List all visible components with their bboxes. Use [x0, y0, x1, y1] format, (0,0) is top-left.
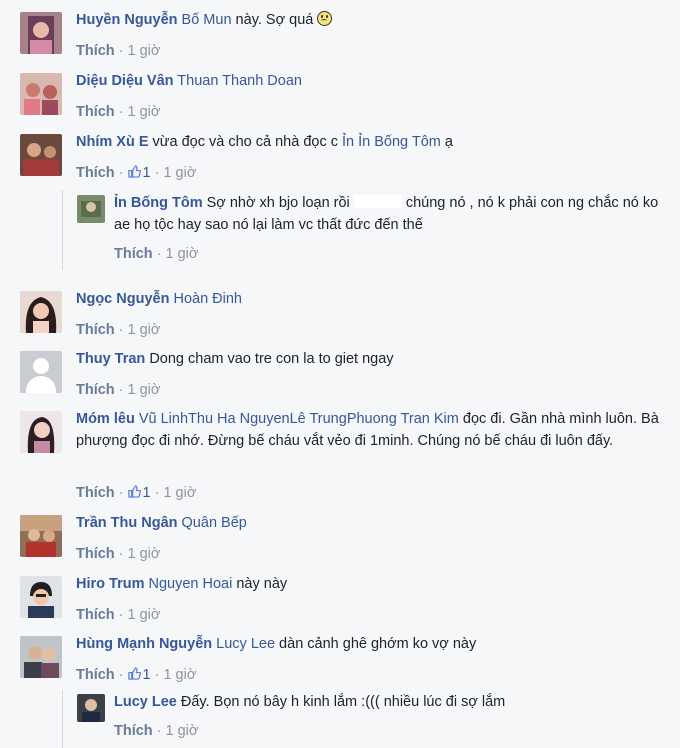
comment-text: này. Sợ quá	[231, 12, 314, 28]
avatar[interactable]	[20, 291, 62, 333]
avatar[interactable]	[20, 636, 62, 678]
timestamp[interactable]: 1 giờ	[166, 246, 199, 262]
timestamp[interactable]: 1 giờ	[163, 485, 196, 501]
like-count[interactable]: 1	[143, 485, 151, 501]
author-name[interactable]: Trần Thu Ngân	[76, 515, 178, 531]
avatar[interactable]	[20, 12, 62, 54]
tagged-user[interactable]: Nguyen Hoai	[149, 576, 233, 592]
comment-text: Sợ nhờ xh bjo loạn rồi	[206, 195, 350, 211]
comment-text: Dong cham vao tre con la to giet ngay	[149, 351, 394, 367]
thumbs-up-icon	[127, 667, 141, 680]
like-link[interactable]: Thích	[76, 43, 115, 59]
comment-text: vừa đọc và cho cả nhà đọc c	[152, 134, 338, 150]
tagged-user[interactable]: Bố Mun	[182, 12, 232, 28]
author-name[interactable]: Ỉn Bống Tôm	[114, 195, 203, 211]
like-link[interactable]: Thích	[76, 382, 115, 398]
like-link[interactable]: Thích	[76, 546, 115, 562]
timestamp[interactable]: 1 giờ	[166, 723, 199, 739]
like-link[interactable]: Thích	[76, 607, 115, 623]
timestamp[interactable]: 1 giờ	[128, 546, 161, 562]
tagged-user[interactable]: Hoàn Đinh	[173, 291, 242, 307]
tagged-user[interactable]: Lucy Lee	[216, 636, 275, 652]
like-link[interactable]: Thích	[76, 322, 115, 338]
avatar[interactable]	[20, 576, 62, 618]
like-link[interactable]: Thích	[76, 485, 115, 501]
timestamp[interactable]: 1 giờ	[128, 382, 161, 398]
like-link[interactable]: Thích	[76, 165, 115, 181]
tagged-user[interactable]: Ỉn Ỉn Bống Tôm	[342, 134, 441, 150]
comment-actions: Thích · 1 giờ	[76, 607, 161, 623]
comment-actions: Thích · 1 giờ	[114, 723, 199, 739]
like-link[interactable]: Thích	[76, 104, 115, 120]
author-name[interactable]: Lucy Lee	[114, 694, 177, 710]
comment-actions: Thích · 1 giờ	[76, 43, 161, 59]
like-link[interactable]: Thích	[114, 246, 153, 262]
comment-actions: Thích · 1 giờ	[76, 104, 161, 120]
avatar[interactable]	[20, 73, 62, 115]
comment-text: dàn cảnh ghê ghớm ko vợ này	[275, 636, 477, 652]
thumbs-up-icon	[127, 485, 141, 498]
comment-actions: Thích · 1 giờ	[76, 322, 161, 338]
avatar[interactable]	[77, 694, 105, 722]
avatar[interactable]	[20, 515, 62, 557]
comment-actions: Thích · 1 · 1 giờ	[76, 485, 197, 501]
timestamp[interactable]: 1 giờ	[163, 165, 196, 181]
like-count[interactable]: 1	[143, 667, 151, 683]
author-name[interactable]: Nhím Xù E	[76, 134, 149, 150]
comment-actions: Thích · 1 giờ	[114, 246, 199, 262]
comment-text-end: ạ	[440, 134, 453, 150]
default-avatar[interactable]	[20, 351, 62, 393]
author-name[interactable]: Móm lêu	[76, 411, 135, 427]
thumbs-up-icon	[127, 165, 141, 178]
like-count[interactable]: 1	[143, 165, 151, 181]
reply-thread-line	[62, 690, 63, 748]
author-name[interactable]: Hùng Mạnh Nguyễn	[76, 636, 212, 652]
avatar[interactable]	[20, 411, 62, 453]
tagged-user[interactable]: Vũ LinhThu Ha NguyenLê TrungPhuong Tran …	[139, 411, 459, 427]
author-name[interactable]: Ngọc Nguyễn	[76, 291, 169, 307]
tagged-user[interactable]: Quân Bếp	[182, 515, 247, 531]
censored-block	[353, 195, 402, 208]
timestamp[interactable]: 1 giờ	[128, 43, 161, 59]
like-link[interactable]: Thích	[76, 667, 115, 683]
tagged-user[interactable]: Thuan Thanh Doan	[177, 73, 302, 89]
avatar[interactable]	[20, 134, 62, 176]
comment-actions: Thích · 1 · 1 giờ	[76, 165, 197, 181]
comment-text: này này	[232, 576, 288, 592]
frown-emoji-icon	[317, 11, 333, 26]
like-link[interactable]: Thích	[114, 723, 153, 739]
timestamp[interactable]: 1 giờ	[163, 667, 196, 683]
timestamp[interactable]: 1 giờ	[128, 322, 161, 338]
timestamp[interactable]: 1 giờ	[128, 104, 161, 120]
author-name[interactable]: Huyền Nguyễn	[76, 12, 178, 28]
author-name[interactable]: Diệu Diệu Vân	[76, 73, 174, 89]
comment-actions: Thích · 1 giờ	[76, 546, 161, 562]
comment-actions: Thích · 1 giờ	[76, 382, 161, 398]
timestamp[interactable]: 1 giờ	[128, 607, 161, 623]
author-name[interactable]: Thuy Tran	[76, 351, 145, 367]
comment-actions: Thích · 1 · 1 giờ	[76, 667, 197, 683]
comment-thread: Huyền Nguyễn Bố Mun này. Sợ quá Thích · 1 …	[0, 0, 680, 748]
reply-thread-line	[62, 190, 63, 270]
avatar[interactable]	[77, 195, 105, 223]
comment-text: Đấy. Bọn nó bây h kinh lắm :((( nhiều lú…	[180, 694, 506, 710]
author-name[interactable]: Hiro Trum	[76, 576, 144, 592]
